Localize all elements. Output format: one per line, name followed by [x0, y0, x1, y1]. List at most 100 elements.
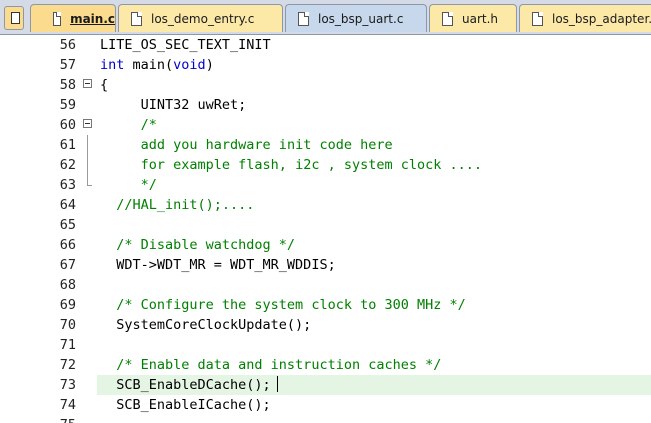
line-number: 66 — [59, 237, 76, 253]
tab-los-bsp-uart-c[interactable]: los_bsp_uart.c — [285, 4, 427, 32]
code-text: UINT32 uwRet; — [141, 95, 247, 115]
line-number: 68 — [59, 277, 76, 293]
code-line[interactable]: 57 int main(void) — [0, 55, 651, 75]
line-number: 56 — [59, 37, 76, 53]
fold-gutter — [82, 155, 94, 175]
code-text-area[interactable]: SystemCoreClockUpdate(); — [97, 315, 651, 335]
code-text-area[interactable]: /* Enable data and instruction caches */ — [97, 355, 651, 375]
code-text: main( — [124, 57, 174, 73]
code-line[interactable]: 63 */ — [0, 175, 651, 195]
code-text-area[interactable] — [97, 335, 651, 355]
code-line[interactable]: 70 SystemCoreClockUpdate(); — [0, 315, 651, 335]
code-line[interactable]: 66 /* Disable watchdog */ — [0, 235, 651, 255]
code-text-area[interactable]: SCB_EnableDCache(); — [97, 375, 651, 395]
line-number: 64 — [59, 197, 76, 213]
file-icon — [131, 11, 142, 26]
file-icon — [53, 11, 62, 26]
code-text: for example flash, i2c , system clock ..… — [140, 157, 483, 173]
code-line[interactable]: 72 /* Enable data and instruction caches … — [0, 355, 651, 375]
code-line[interactable]: 75 — [0, 415, 651, 423]
line-number: 58 — [59, 77, 76, 93]
fold-gutter — [82, 55, 94, 75]
keyword: void — [173, 57, 206, 73]
code-text-area[interactable]: WDT->WDT_MR = WDT_MR_WDDIS; — [97, 255, 651, 275]
fold-gutter — [82, 415, 94, 423]
code-line[interactable]: 68 — [0, 275, 651, 295]
code-text-area[interactable] — [97, 215, 651, 235]
code-text: /* Configure the system clock to 300 MHz… — [116, 297, 466, 313]
code-text-area[interactable]: */ — [97, 175, 651, 195]
line-number: 61 — [59, 137, 76, 153]
fold-gutter — [82, 35, 94, 55]
code-text-area[interactable]: SCB_EnableICache(); — [97, 395, 651, 415]
code-text: add you hardware init code here — [140, 137, 393, 153]
line-number: 74 — [59, 397, 76, 413]
collapse-icon[interactable] — [83, 119, 92, 128]
line-number: 67 — [59, 257, 76, 273]
tab-main-c[interactable]: main.c — [30, 4, 116, 32]
line-number: 62 — [59, 157, 76, 173]
line-number: 65 — [59, 217, 76, 233]
tab-los-demo-entry-c[interactable]: los_demo_entry.c — [118, 4, 283, 32]
code-comment: for example flash, i2c , system clock ..… — [141, 155, 482, 175]
code-line[interactable]: 59 UINT32 uwRet; — [0, 95, 651, 115]
tab-los-bsp-adapter-c[interactable]: los_bsp_adapter.c — [519, 4, 651, 32]
tab-uart-h[interactable]: uart.h — [429, 4, 517, 32]
code-text: int main(void) — [100, 55, 214, 75]
code-comment: /* — [141, 115, 157, 135]
fold-gutter — [82, 115, 94, 135]
code-text-area[interactable]: int main(void) — [97, 55, 651, 75]
code-line[interactable]: 74 SCB_EnableICache(); — [0, 395, 651, 415]
code-editor[interactable]: 56 LITE_OS_SEC_TEXT_INIT 57 int main(void) 5… — [0, 35, 651, 423]
line-number: 73 — [59, 377, 76, 393]
file-icon — [298, 11, 309, 26]
code-line-current[interactable]: 73 SCB_EnableDCache(); — [0, 375, 651, 395]
text-cursor — [276, 376, 278, 392]
code-text-area[interactable]: { — [97, 75, 651, 95]
code-comment: */ — [141, 175, 157, 195]
code-text: SystemCoreClockUpdate(); — [116, 317, 312, 333]
code-text-area[interactable] — [97, 415, 651, 423]
code-line[interactable]: 56 LITE_OS_SEC_TEXT_INIT — [0, 35, 651, 55]
file-icon — [442, 11, 453, 26]
file-list-icon[interactable] — [4, 6, 24, 30]
code-text-area[interactable]: /* — [97, 115, 651, 135]
code-text: { — [100, 75, 108, 95]
fold-gutter — [82, 135, 94, 155]
code-text: LITE_OS_SEC_TEXT_INIT — [100, 35, 271, 55]
code-line[interactable]: 69 /* Configure the system clock to 300 M… — [0, 295, 651, 315]
line-number: 57 — [59, 57, 76, 73]
code-line[interactable]: 65 — [0, 215, 651, 235]
code-text-area[interactable]: for example flash, i2c , system clock ..… — [97, 155, 651, 175]
code-text-area[interactable]: add you hardware init code here — [97, 135, 651, 155]
line-number: 71 — [59, 337, 76, 353]
code-text-area[interactable]: UINT32 uwRet; — [97, 95, 651, 115]
code-line[interactable]: 67 WDT->WDT_MR = WDT_MR_WDDIS; — [0, 255, 651, 275]
keyword: int — [100, 57, 125, 73]
code-line[interactable]: 58 { — [0, 75, 651, 95]
code-text: /* Disable watchdog */ — [116, 237, 296, 253]
code-text: SCB_EnableICache(); — [116, 395, 270, 415]
line-number: 75 — [0, 415, 76, 423]
code-text: //HAL_init();.... — [116, 197, 255, 213]
line-number: 70 — [59, 317, 76, 333]
code-text-area[interactable]: /* Configure the system clock to 300 MHz… — [97, 295, 651, 315]
fold-gutter — [82, 75, 94, 95]
fold-gutter — [82, 315, 94, 335]
code-text-area[interactable]: LITE_OS_SEC_TEXT_INIT — [97, 35, 651, 55]
code-line[interactable]: 71 — [0, 335, 651, 355]
code-text: SCB_EnableDCache(); — [116, 375, 278, 395]
code-line[interactable]: 61 add you hardware init code here — [0, 135, 651, 155]
file-icon — [532, 11, 543, 26]
code-text-area[interactable]: //HAL_init();.... — [97, 195, 651, 215]
code-text-area[interactable] — [97, 275, 651, 295]
collapse-icon[interactable] — [83, 79, 92, 88]
fold-gutter — [82, 175, 94, 195]
code-line[interactable]: 62 for example flash, i2c , system clock … — [0, 155, 651, 175]
code-comment: add you hardware init code here — [141, 135, 393, 155]
code-line[interactable]: 64 //HAL_init();.... — [0, 195, 651, 215]
code-text: WDT->WDT_MR = WDT_MR_WDDIS; — [116, 255, 335, 275]
fold-gutter — [82, 275, 94, 295]
code-text-area[interactable]: /* Disable watchdog */ — [97, 235, 651, 255]
code-line[interactable]: 60 /* — [0, 115, 651, 135]
